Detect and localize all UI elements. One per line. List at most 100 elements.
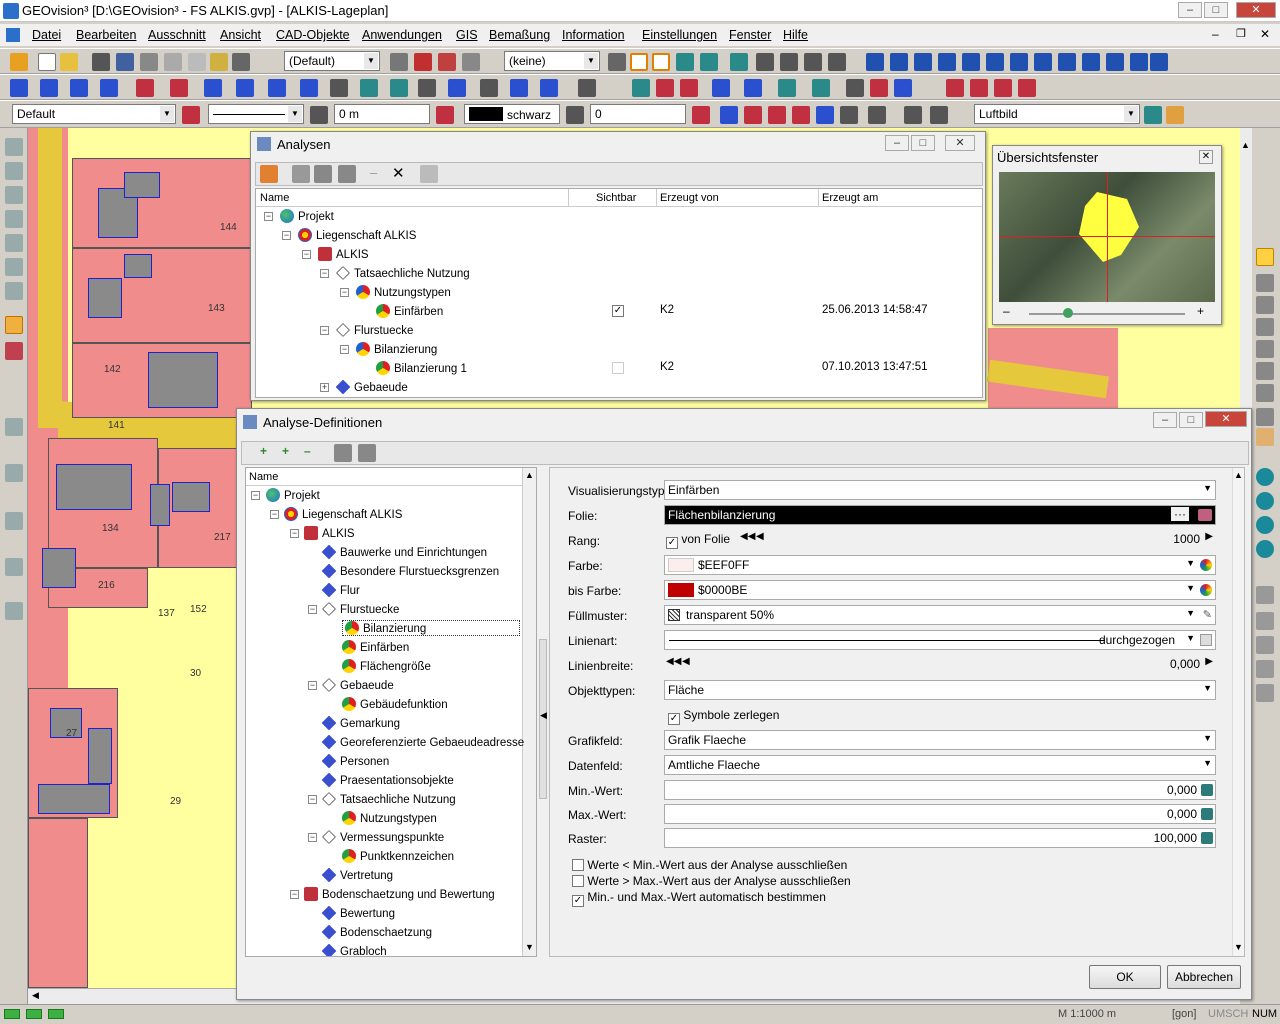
- tree-row[interactable]: Grabloch: [321, 943, 387, 956]
- info-text-icon[interactable]: [986, 53, 1004, 71]
- info-report-icon[interactable]: [1130, 53, 1148, 71]
- maximize-button[interactable]: □: [1204, 2, 1228, 18]
- area-icon[interactable]: [136, 79, 154, 97]
- magnify-icon[interactable]: [1256, 384, 1274, 402]
- tree-row[interactable]: Einfärben: [376, 304, 443, 318]
- tree-row[interactable]: Tatsaechliche Nutzung: [336, 266, 470, 280]
- panel-splitter[interactable]: ◀: [539, 639, 547, 799]
- tree-row[interactable]: Liegenschaft ALKIS: [284, 507, 402, 521]
- menu-gis[interactable]: GIS: [456, 28, 478, 42]
- scroll-down-icon[interactable]: ▼: [525, 942, 534, 952]
- expand-toggle[interactable]: −: [264, 212, 273, 221]
- text-tool-icon[interactable]: [448, 79, 466, 97]
- layer-select[interactable]: (keine) ▼: [504, 51, 600, 71]
- globe-3-icon[interactable]: [1256, 516, 1274, 534]
- datenfeld-select[interactable]: Amtliche Flaeche ▼: [664, 755, 1216, 775]
- objekttypen-select[interactable]: Fläche ▼: [664, 680, 1216, 700]
- save-icon[interactable]: [116, 53, 134, 71]
- attr-tool-8-icon[interactable]: [904, 106, 922, 124]
- linienbreite-slider[interactable]: ◀◀ ◀ 0,000 ▶: [664, 655, 1216, 675]
- first-icon[interactable]: ◀◀: [666, 656, 681, 667]
- zoom-in-icon[interactable]: [1256, 274, 1274, 292]
- analysis-list-icon[interactable]: [338, 165, 356, 183]
- tree-row[interactable]: Gebaeude: [322, 678, 394, 692]
- mdi-restore-button[interactable]: ❐: [1236, 27, 1246, 40]
- tree-row[interactable]: Einfärben: [342, 640, 409, 654]
- folie-field[interactable]: Flächenbilanzierung ···: [664, 505, 1216, 525]
- tree-row[interactable]: Flur: [321, 582, 360, 598]
- menu-ausschnitt[interactable]: Ausschnitt: [148, 28, 206, 42]
- add-icon[interactable]: +: [260, 444, 267, 458]
- von-folie-checkbox[interactable]: ✓ von Folie: [666, 532, 730, 549]
- analysis-table-icon[interactable]: [420, 165, 438, 183]
- tree-row[interactable]: Praesentationsobjekte: [321, 772, 454, 788]
- tree-row[interactable]: Tatsaechliche Nutzung: [322, 792, 456, 806]
- info-icon[interactable]: [866, 53, 884, 71]
- pan-hand-icon[interactable]: [1256, 428, 1274, 446]
- move-icon[interactable]: [632, 79, 650, 97]
- calculator-icon[interactable]: [1201, 832, 1213, 844]
- snap-tool-icon[interactable]: [5, 258, 23, 276]
- fuellmuster-select[interactable]: transparent 50% ▼ ✎: [664, 605, 1216, 625]
- overview-map[interactable]: [999, 172, 1215, 302]
- zoom-scale-icon[interactable]: [1256, 362, 1274, 380]
- scroll-left-icon[interactable]: ◀: [32, 990, 39, 1001]
- tree-row[interactable]: Flurstuecke: [322, 602, 399, 616]
- layer-icon[interactable]: [390, 53, 408, 71]
- ok-button[interactable]: OK: [1089, 965, 1161, 989]
- overview-zoom-slider[interactable]: – +: [999, 304, 1215, 322]
- calculator-icon[interactable]: [1201, 784, 1213, 796]
- linestyle-edit-icon[interactable]: [1200, 634, 1212, 646]
- dialog-close-button[interactable]: ✕: [1205, 411, 1247, 427]
- remove-icon[interactable]: –: [304, 444, 311, 458]
- style-edit-icon[interactable]: [182, 106, 200, 124]
- color-select[interactable]: schwarz: [464, 104, 560, 124]
- farbe-select[interactable]: $EEF0FF ▼: [664, 555, 1216, 575]
- scroll-down-icon[interactable]: ▼: [1234, 942, 1243, 952]
- expand-toggle[interactable]: −: [290, 890, 299, 899]
- tree-header-name[interactable]: Name: [249, 471, 278, 483]
- expand-toggle[interactable]: −: [251, 491, 260, 500]
- visualisierungstyp-select[interactable]: Einfärben ▼: [664, 480, 1216, 500]
- expand-toggle[interactable]: −: [340, 345, 349, 354]
- snap-grid-icon[interactable]: [700, 53, 718, 71]
- col-name[interactable]: Name: [260, 192, 289, 204]
- max-wert-input[interactable]: 0,000: [664, 804, 1216, 824]
- tree-row[interactable]: Punktkennzeichen: [342, 849, 454, 863]
- printer-icon[interactable]: [232, 53, 250, 71]
- analysis-props-icon[interactable]: [292, 165, 310, 183]
- rotate-icon[interactable]: [656, 79, 674, 97]
- menu-einstellungen[interactable]: Einstellungen: [642, 28, 717, 42]
- tree-row[interactable]: Besondere Flurstuecksgrenzen: [321, 563, 499, 579]
- menu-information[interactable]: Information: [562, 28, 625, 42]
- spline-icon[interactable]: [300, 79, 318, 97]
- property-scrollbar[interactable]: ▲ ▼: [1232, 468, 1244, 956]
- tree-row[interactable]: Vertretung: [321, 867, 393, 883]
- pattern-icon[interactable]: [828, 53, 846, 71]
- expand-toggle[interactable]: −: [320, 269, 329, 278]
- analysis-new-icon[interactable]: [260, 165, 278, 183]
- curve-icon[interactable]: [268, 79, 286, 97]
- tree-row[interactable]: Bauwerke und Einrichtungen: [321, 544, 487, 560]
- attr-tool-9-icon[interactable]: [930, 106, 948, 124]
- select-obj-2-icon[interactable]: [1256, 612, 1274, 630]
- split-icon[interactable]: [870, 79, 888, 97]
- col-sichtbar[interactable]: Sichtbar: [596, 192, 636, 204]
- text-icon[interactable]: [330, 79, 348, 97]
- zoom-plus-icon[interactable]: +: [1197, 304, 1204, 318]
- auto-minmax-checkbox[interactable]: ✓ Min.- und Max.-Wert automatisch bestim…: [572, 890, 826, 907]
- tree-row[interactable]: Flächengröße: [342, 659, 431, 673]
- join-icon[interactable]: [846, 79, 864, 97]
- expand-toggle[interactable]: −: [270, 510, 279, 519]
- menu-bemassung[interactable]: Bemaßung: [489, 28, 550, 42]
- tree-row[interactable]: Bewertung: [321, 905, 395, 921]
- arc-icon[interactable]: [236, 79, 254, 97]
- tree-row[interactable]: Georeferenzierte Gebaeudeadresse: [321, 734, 524, 750]
- tree-row[interactable]: Bodenschaetzung: [321, 924, 432, 940]
- menu-bearbeiten[interactable]: Bearbeiten: [76, 28, 136, 42]
- tree-row[interactable]: Personen: [321, 753, 389, 769]
- copy-icon[interactable]: [164, 53, 182, 71]
- basemap-settings-icon[interactable]: [1166, 106, 1184, 124]
- print-preview-icon[interactable]: [92, 53, 110, 71]
- basemap-select[interactable]: Luftbild ▼: [974, 104, 1140, 124]
